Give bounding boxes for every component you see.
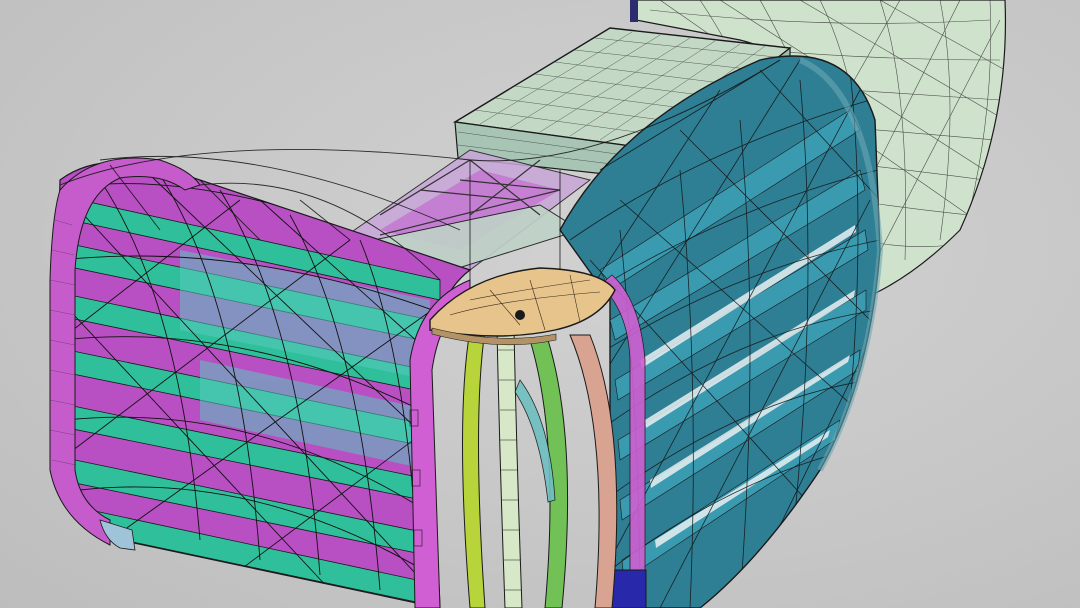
- hatch-bolt-hole: [515, 310, 525, 320]
- rear-fairing-edge-marker: [630, 0, 638, 22]
- fuselage-wireframe-model[interactable]: [0, 0, 1080, 608]
- rib-yellow[interactable]: [462, 329, 486, 608]
- rib-ladder[interactable]: [496, 329, 523, 608]
- central-ribs[interactable]: [462, 329, 618, 608]
- 3d-viewport[interactable]: [0, 0, 1080, 608]
